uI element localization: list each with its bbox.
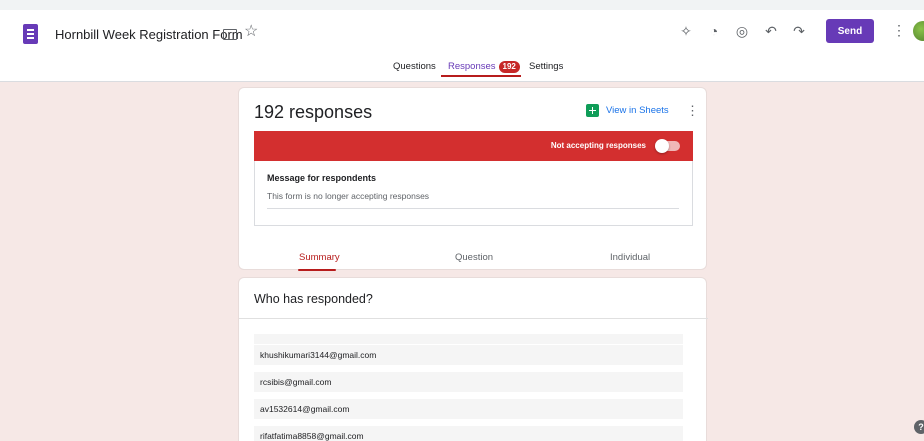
tab-responses-label: Responses bbox=[448, 61, 496, 72]
form-tabs: Questions Responses 192 Settings bbox=[0, 60, 924, 82]
forms-icon[interactable] bbox=[23, 24, 38, 44]
send-button[interactable]: Send bbox=[826, 19, 874, 43]
redo-icon[interactable]: ↷ bbox=[790, 22, 808, 40]
sheets-icon[interactable] bbox=[586, 104, 599, 117]
help-icon[interactable]: ? bbox=[914, 420, 924, 434]
accepting-responses-bar: Not accepting responses bbox=[254, 131, 693, 161]
subtab-question[interactable]: Question bbox=[455, 252, 493, 263]
view-in-sheets-link[interactable]: View in Sheets bbox=[606, 105, 669, 116]
folder-icon[interactable] bbox=[223, 29, 237, 40]
form-title[interactable]: Hornbill Week Registration Form bbox=[55, 27, 243, 42]
message-for-respondents: Message for respondents This form is no … bbox=[254, 161, 693, 226]
tab-responses[interactable]: Responses 192 bbox=[448, 60, 520, 82]
who-responded-card: Who has responded? khushikumari3144@gmai… bbox=[238, 277, 708, 441]
undo-icon[interactable]: ↶ bbox=[762, 22, 780, 40]
divider bbox=[239, 318, 708, 319]
accepting-responses-label: Not accepting responses bbox=[550, 141, 646, 150]
star-icon[interactable]: ☆ bbox=[244, 24, 258, 40]
tab-questions[interactable]: Questions bbox=[393, 60, 436, 82]
avatar[interactable] bbox=[913, 21, 924, 41]
tab-settings[interactable]: Settings bbox=[529, 60, 563, 82]
responses-count-badge: 192 bbox=[498, 61, 520, 73]
active-subtab-indicator bbox=[298, 269, 336, 271]
list-item: rifatfatima8858@gmail.com bbox=[254, 426, 683, 441]
subtab-summary[interactable]: Summary bbox=[299, 252, 340, 263]
list-item: rcsibis@gmail.com bbox=[254, 372, 683, 392]
top-accent-strip bbox=[0, 0, 924, 10]
list-item: av1532614@gmail.com bbox=[254, 399, 683, 419]
responses-card: 192 responses View in Sheets ⋮ Not accep… bbox=[238, 87, 707, 271]
message-label: Message for respondents bbox=[267, 173, 377, 183]
list-item bbox=[254, 334, 683, 344]
preview-icon[interactable]: ◎ bbox=[733, 22, 751, 40]
active-tab-indicator bbox=[441, 75, 521, 77]
accepting-responses-toggle[interactable] bbox=[655, 139, 680, 153]
list-item: khushikumari3144@gmail.com bbox=[254, 345, 683, 365]
responses-count: 192 responses bbox=[254, 102, 373, 122]
customize-icon[interactable]: ✧ bbox=[677, 22, 695, 40]
message-input[interactable]: This form is no longer accepting respons… bbox=[267, 191, 679, 209]
more-vert-icon[interactable]: ⋮ bbox=[892, 22, 906, 39]
more-vert-icon[interactable]: ⋮ bbox=[686, 103, 699, 119]
toggle-knob bbox=[655, 139, 669, 153]
palette-icon[interactable]: ◔ bbox=[705, 22, 723, 40]
subtab-individual[interactable]: Individual bbox=[610, 252, 650, 263]
who-responded-title: Who has responded? bbox=[254, 292, 373, 306]
top-bar: Hornbill Week Registration Form ☆ ✧ ◔ ◎ … bbox=[0, 0, 924, 82]
